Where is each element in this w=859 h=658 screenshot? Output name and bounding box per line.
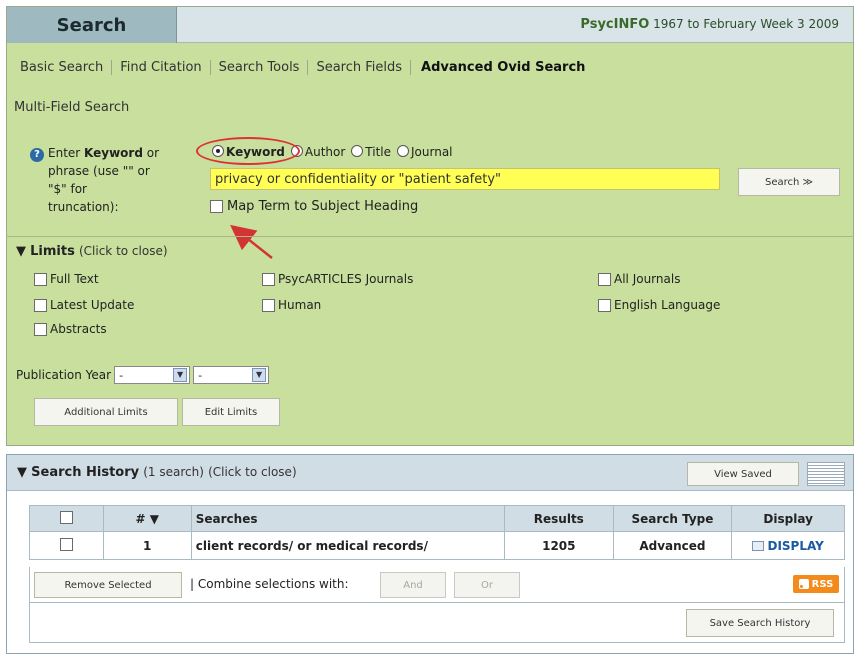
view-saved-button[interactable]: View Saved (687, 462, 799, 486)
combine-or-button[interactable]: Or (454, 572, 520, 598)
publication-year-label: Publication Year (16, 368, 112, 382)
row-search-type: Advanced (612, 531, 733, 560)
history-title-text: Search History (31, 465, 140, 480)
table-header-row: # ▼ Searches Results Search Type Display (29, 505, 845, 532)
column-results: Results (504, 505, 614, 532)
limit-english-language[interactable]: English Language (598, 298, 720, 312)
table-row: 1 client records/ or medical records/ 12… (29, 531, 845, 560)
limits-header[interactable]: ▼ Limits (Click to close) (16, 244, 168, 259)
limits-title: Limits (30, 244, 75, 259)
edit-limits-button[interactable]: Edit Limits (182, 398, 280, 426)
history-count: (1 search) (143, 465, 204, 479)
search-history-table: # ▼ Searches Results Search Type Display… (29, 505, 845, 560)
sort-down-icon[interactable]: ▼ (150, 512, 159, 526)
chevron-down-icon[interactable]: ▼ (252, 368, 267, 382)
search-history-title[interactable]: ▼ Search History (1 search) (Click to cl… (17, 465, 297, 480)
rss-button[interactable]: RSS (793, 575, 839, 593)
display-icon[interactable] (752, 540, 765, 551)
limit-checkbox[interactable] (34, 322, 47, 336)
collapse-triangle-icon[interactable]: ▼ (16, 244, 26, 259)
row-select-cell[interactable] (29, 531, 104, 560)
history-controls: Remove Selected | Combine selections wit… (29, 567, 845, 603)
column-display: Display (731, 505, 845, 532)
history-toggle[interactable]: (Click to close) (208, 465, 297, 479)
combine-and-button[interactable]: And (380, 572, 446, 598)
chevron-down-icon[interactable]: ▼ (173, 368, 188, 382)
limit-checkbox[interactable] (262, 272, 275, 286)
search-history-header: ▼ Search History (1 search) (Click to cl… (7, 455, 853, 491)
limit-latest-update[interactable]: Latest Update (34, 298, 134, 312)
publication-year-to-select[interactable]: - ▼ (193, 366, 270, 384)
rss-label: RSS (811, 578, 834, 590)
collapse-triangle-icon[interactable]: ▼ (17, 465, 27, 480)
row-display[interactable]: DISPLAY (731, 531, 845, 560)
display-link[interactable]: DISPLAY (767, 539, 823, 553)
combine-label: | Combine selections with: (190, 577, 349, 591)
column-search-type: Search Type (612, 505, 733, 532)
row-checkbox[interactable] (59, 537, 73, 551)
list-view-icon[interactable] (807, 462, 845, 486)
publication-year: Publication Year - ▼ - ▼ (16, 366, 270, 384)
remove-selected-button[interactable]: Remove Selected (34, 572, 182, 598)
row-number: 1 (102, 531, 192, 560)
limit-checkbox[interactable] (598, 298, 611, 312)
publication-year-from-select[interactable]: - ▼ (114, 366, 191, 384)
limit-all-journals[interactable]: All Journals (598, 272, 680, 286)
column-searches: Searches (190, 505, 506, 532)
limit-checkbox[interactable] (598, 272, 611, 286)
limit-full-text[interactable]: Full Text (34, 272, 99, 286)
save-search-history-button[interactable]: Save Search History (686, 609, 834, 637)
save-history-row: Save Search History (29, 603, 845, 643)
limit-abstracts[interactable]: Abstracts (34, 322, 107, 336)
limits-toggle[interactable]: (Click to close) (79, 244, 168, 258)
limit-checkbox[interactable] (34, 272, 47, 286)
limit-psycarticles-journals[interactable]: PsycARTICLES Journals (262, 272, 413, 286)
row-search-query: client records/ or medical records/ (190, 531, 506, 560)
row-results: 1205 (504, 531, 614, 560)
limit-checkbox[interactable] (262, 298, 275, 312)
limits-divider (6, 236, 854, 237)
additional-limits-button[interactable]: Additional Limits (34, 398, 178, 426)
limit-human[interactable]: Human (262, 298, 321, 312)
search-history-panel: ▼ Search History (1 search) (Click to cl… (6, 454, 854, 654)
select-all-checkbox[interactable] (59, 510, 73, 524)
column-number[interactable]: # ▼ (102, 505, 192, 532)
rss-icon (798, 579, 809, 589)
select-all-header[interactable] (29, 505, 104, 532)
limit-checkbox[interactable] (34, 298, 47, 312)
